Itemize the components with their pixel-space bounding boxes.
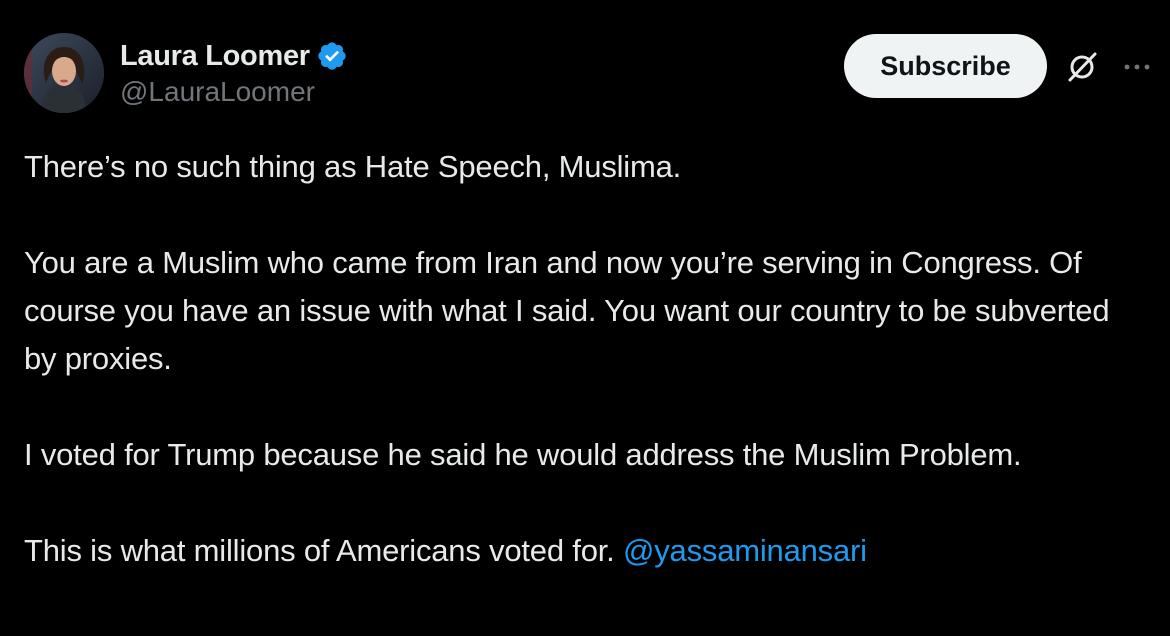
tweet-paragraph-last: This is what millions of Americans voted… <box>24 527 1144 575</box>
subscribe-button[interactable]: Subscribe <box>844 34 1047 98</box>
mention-link[interactable]: @yassaminansari <box>623 533 867 568</box>
avatar[interactable] <box>24 33 104 113</box>
tweet-text: There’s no such thing as Hate Speech, Mu… <box>24 143 1144 575</box>
tweet-paragraph-text: This is what millions of Americans voted… <box>24 533 623 568</box>
verified-badge-icon <box>318 42 346 70</box>
author-display-name[interactable]: Laura Loomer <box>120 40 310 73</box>
tweet-paragraph: There’s no such thing as Hate Speech, Mu… <box>24 149 682 184</box>
grok-icon[interactable] <box>1064 49 1100 85</box>
more-icon[interactable] <box>1120 50 1154 84</box>
author-handle[interactable]: @LauraLoomer <box>120 76 315 108</box>
tweet-paragraph: I voted for Trump because he said he wou… <box>24 437 1022 472</box>
avatar-image <box>24 33 104 113</box>
tweet-paragraph: You are a Muslim who came from Iran and … <box>24 245 1110 376</box>
tweet: Laura Loomer @LauraLoomer Subscribe Ther… <box>0 0 1170 636</box>
author-name-row[interactable]: Laura Loomer <box>120 36 348 76</box>
